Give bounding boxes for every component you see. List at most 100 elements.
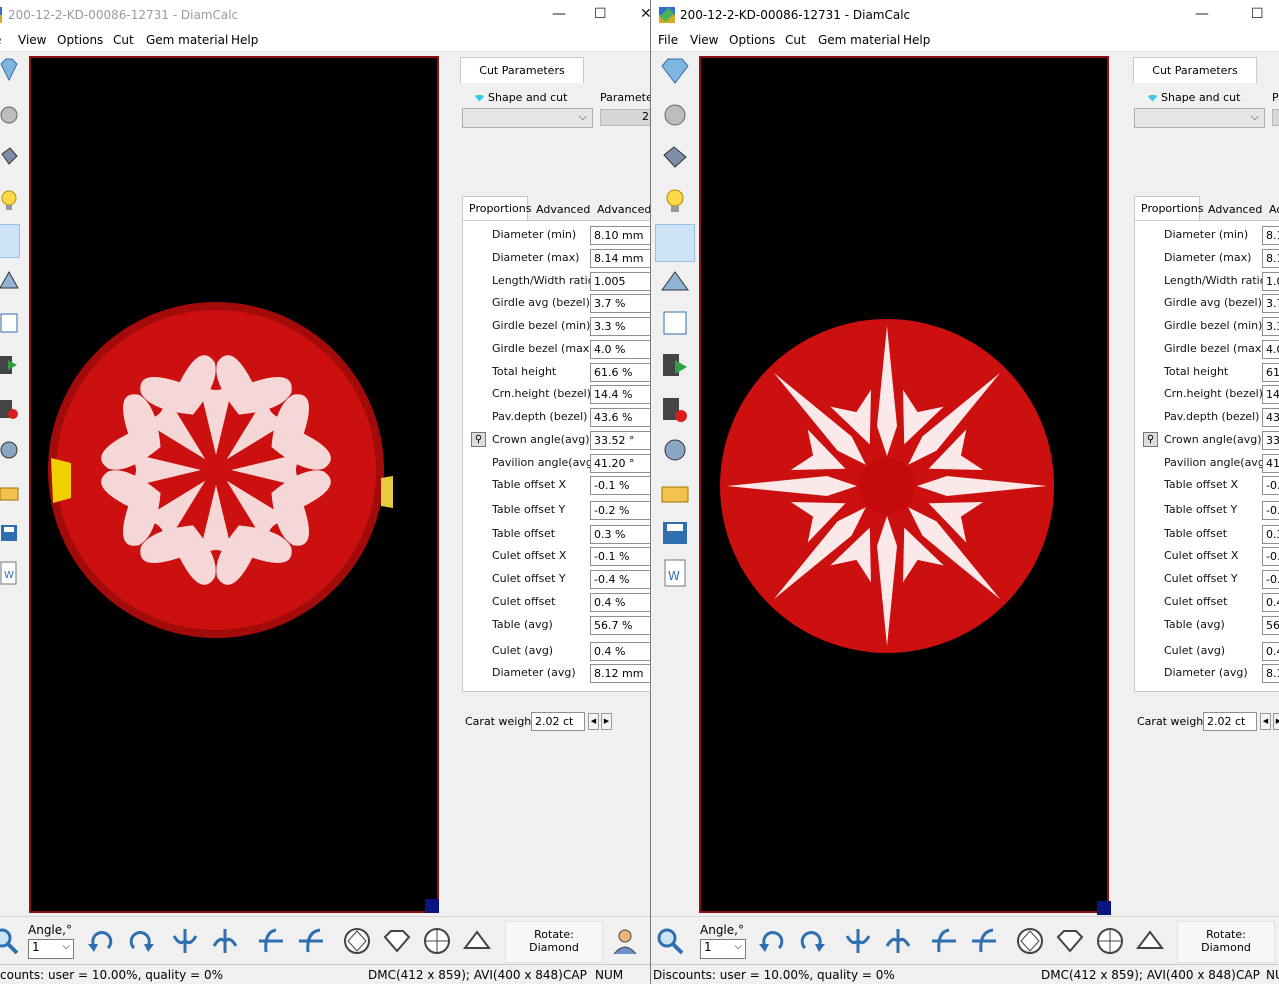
- tilt-up-icon[interactable]: [256, 926, 286, 956]
- video-play-icon[interactable]: [0, 348, 20, 382]
- tab-advanced-2[interactable]: Advanced: [591, 198, 650, 220]
- proportion-value-field[interactable]: -0.: [1262, 476, 1279, 495]
- proportion-value-field[interactable]: -0.2 %: [590, 501, 650, 520]
- proportion-value-field[interactable]: 8.10 mm: [590, 226, 650, 245]
- carat-weight-field[interactable]: 2.02 ct: [531, 712, 585, 731]
- proportion-value-field[interactable]: 33: [1262, 431, 1279, 450]
- open-folder-icon[interactable]: [0, 476, 20, 510]
- crown-view-icon[interactable]: [462, 926, 492, 956]
- shape-and-cut-dropdown[interactable]: ⌵: [1134, 108, 1265, 128]
- tab-advanced-2[interactable]: Ac: [1263, 198, 1279, 220]
- light-bulb-icon[interactable]: [0, 184, 20, 218]
- rotate-mode-button[interactable]: Rotate: Diamond: [1177, 921, 1275, 963]
- proportion-value-field[interactable]: -0.1 %: [590, 476, 650, 495]
- shape-and-cut-dropdown[interactable]: ⌵: [462, 108, 593, 128]
- report-icon[interactable]: [0, 306, 20, 340]
- proportion-value-field[interactable]: 33.52 °: [590, 431, 650, 450]
- menu-view[interactable]: View: [690, 33, 718, 47]
- menu-view[interactable]: View: [18, 33, 46, 47]
- proportion-value-field[interactable]: 56.7 %: [590, 616, 650, 635]
- menu-cut[interactable]: Cut: [785, 33, 806, 47]
- video-play-icon[interactable]: [659, 348, 691, 382]
- user-rotate-icon[interactable]: [610, 926, 640, 956]
- diamond-view-icon[interactable]: [0, 54, 20, 88]
- proportion-value-field[interactable]: 0.4 %: [590, 593, 650, 612]
- flip-horizontal-icon[interactable]: [843, 926, 873, 956]
- carat-weight-field[interactable]: 2.02 ct: [1203, 712, 1257, 731]
- proportion-value-field[interactable]: -0.: [1262, 547, 1279, 566]
- prism-icon[interactable]: [659, 264, 691, 298]
- save-icon[interactable]: [0, 516, 20, 550]
- tilt-up-icon[interactable]: [929, 926, 959, 956]
- proportion-value-field[interactable]: 1.0: [1262, 272, 1279, 291]
- paint-bucket-icon[interactable]: [659, 140, 691, 174]
- title-bar[interactable]: 200-12-2-KD-00086-12731 - DiamCalc — ☐ ✕: [0, 0, 650, 30]
- tab-cut-parameters[interactable]: Cut Parameters: [1133, 57, 1257, 83]
- gem-settings-icon[interactable]: [0, 432, 20, 466]
- word-export-icon[interactable]: W: [659, 556, 691, 590]
- proportion-value-field[interactable]: -0.4 %: [590, 570, 650, 589]
- crown-view-icon[interactable]: [1135, 926, 1165, 956]
- proportion-value-field[interactable]: 4.0 %: [590, 340, 650, 359]
- proportion-value-field[interactable]: 41: [1262, 454, 1279, 473]
- proportion-value-field[interactable]: 0.3: [1262, 525, 1279, 544]
- proportion-value-field[interactable]: 0.4: [1262, 593, 1279, 612]
- gem-3d-viewport[interactable]: [29, 56, 439, 913]
- gem-ball-icon[interactable]: [659, 98, 691, 132]
- proportion-value-field[interactable]: 1.005: [590, 272, 650, 291]
- bottom-view-icon[interactable]: [1095, 926, 1125, 956]
- gem-settings-icon[interactable]: [659, 432, 691, 466]
- menu-gem-material[interactable]: Gem material: [146, 33, 228, 47]
- gem-3d-viewport[interactable]: [699, 56, 1111, 915]
- close-icon[interactable]: ✕: [640, 6, 650, 22]
- proportion-value-field[interactable]: 41.20 °: [590, 454, 650, 473]
- zoom-icon[interactable]: [0, 926, 20, 956]
- gem-ball-icon[interactable]: [0, 98, 20, 132]
- proportion-value-field[interactable]: 8.12 mm: [590, 664, 650, 683]
- menu-gem-material[interactable]: Gem material: [818, 33, 900, 47]
- diamond-view-icon[interactable]: [659, 54, 691, 88]
- crown-angle-lock-icon[interactable]: ⚲: [1143, 432, 1158, 447]
- proportion-value-field[interactable]: 8.1: [1262, 249, 1279, 268]
- tab-proportions[interactable]: Proportions: [462, 196, 532, 223]
- carat-increase-button[interactable]: ▶: [601, 713, 612, 730]
- side-view-icon[interactable]: [382, 926, 412, 956]
- open-folder-icon[interactable]: [659, 476, 691, 510]
- proportion-value-field[interactable]: 0.4 %: [590, 642, 650, 661]
- menu-file[interactable]: File: [658, 33, 678, 47]
- video-record-icon[interactable]: [659, 392, 691, 426]
- proportion-value-field[interactable]: 14: [1262, 385, 1279, 404]
- bottom-view-icon[interactable]: [422, 926, 452, 956]
- word-export-icon[interactable]: W: [0, 556, 20, 590]
- minimize-icon[interactable]: —: [1195, 6, 1209, 22]
- menu-file[interactable]: e: [0, 33, 1, 47]
- rotate-ccw-icon[interactable]: [86, 926, 116, 956]
- proportion-value-field[interactable]: 3.3: [1262, 317, 1279, 336]
- rotate-cw-icon[interactable]: [797, 926, 827, 956]
- navigator-marker[interactable]: [425, 899, 439, 913]
- tab-advanced[interactable]: Advanced: [530, 198, 590, 220]
- proportion-value-field[interactable]: 4.0: [1262, 340, 1279, 359]
- tilt-down-icon[interactable]: [296, 926, 326, 956]
- proportion-value-field[interactable]: 43.6 %: [590, 408, 650, 427]
- tilt-down-icon[interactable]: [969, 926, 999, 956]
- side-view-icon[interactable]: [1055, 926, 1085, 956]
- crown-angle-lock-icon[interactable]: ⚲: [471, 432, 486, 447]
- proportion-value-field[interactable]: 0.4: [1262, 642, 1279, 661]
- proportion-value-field[interactable]: -0.1 %: [590, 547, 650, 566]
- tab-advanced[interactable]: Advanced: [1202, 198, 1262, 220]
- proportion-value-field[interactable]: 3.7 %: [590, 294, 650, 313]
- zoom-icon[interactable]: [655, 926, 685, 956]
- menu-help[interactable]: Help: [903, 33, 930, 47]
- parameters-field[interactable]: 2: [600, 109, 650, 126]
- rotate-ccw-icon[interactable]: [757, 926, 787, 956]
- carat-decrease-button[interactable]: ◀: [588, 713, 599, 730]
- light-bulb-icon[interactable]: [659, 184, 691, 218]
- proportion-value-field[interactable]: 56: [1262, 616, 1279, 635]
- maximize-icon[interactable]: ☐: [1251, 6, 1264, 22]
- menu-options[interactable]: Options: [57, 33, 103, 47]
- proportion-value-field[interactable]: 8.14 mm: [590, 249, 650, 268]
- carat-decrease-button[interactable]: ◀: [1260, 713, 1271, 730]
- proportion-value-field[interactable]: 8.1: [1262, 664, 1279, 683]
- tab-proportions[interactable]: Proportions: [1134, 196, 1204, 223]
